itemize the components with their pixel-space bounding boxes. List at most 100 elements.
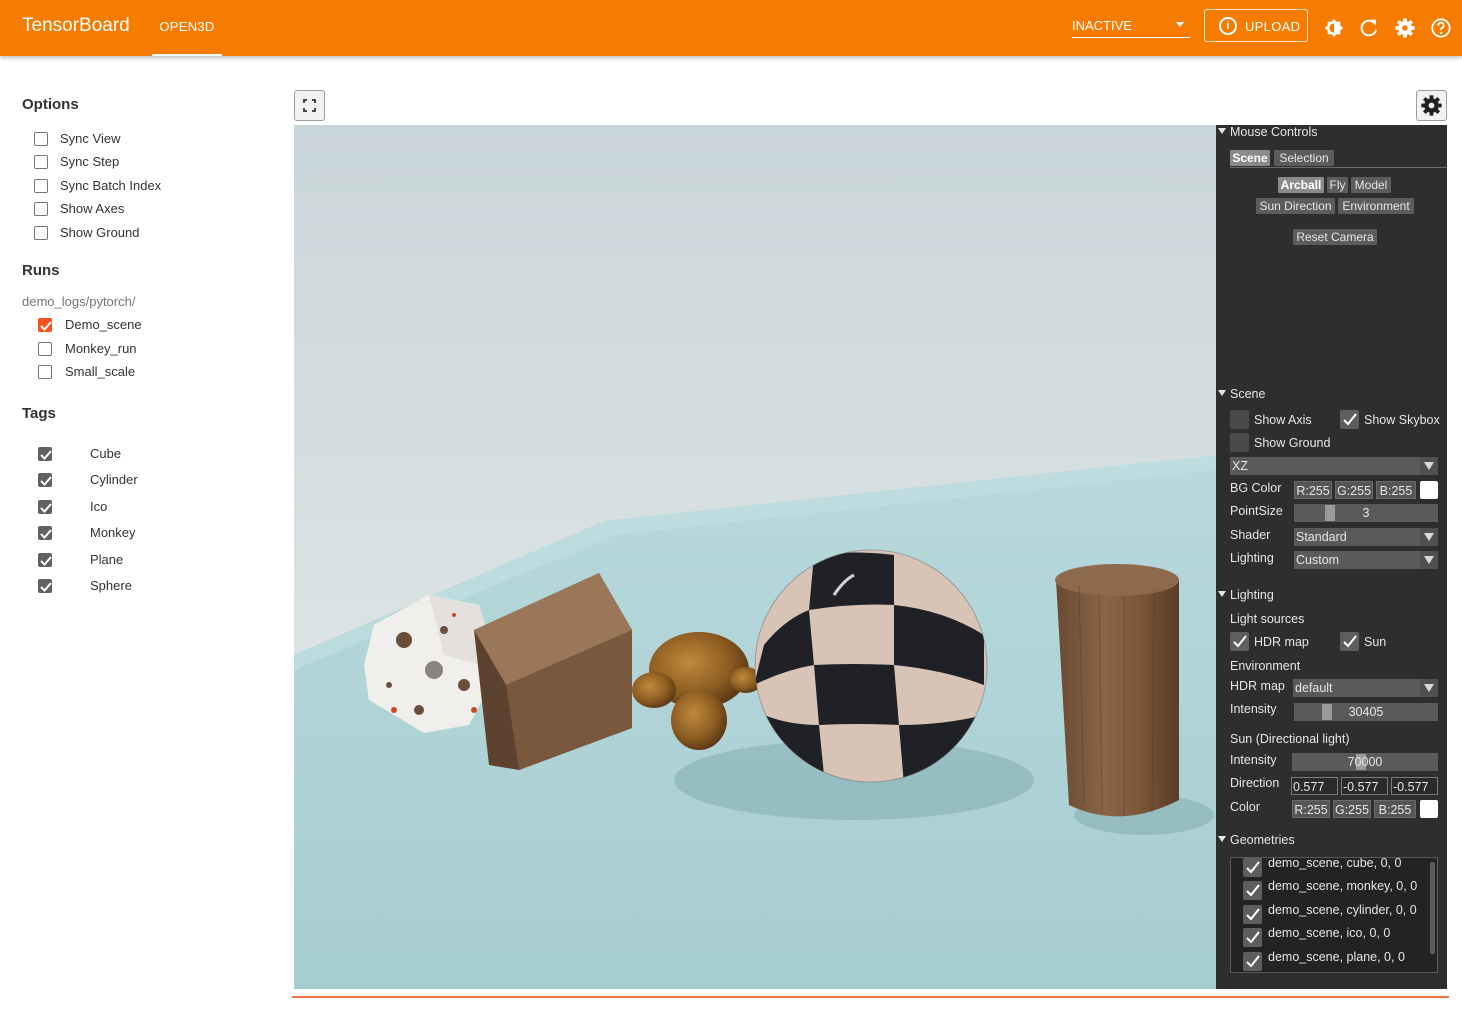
arcball-button[interactable]: Arcball bbox=[1278, 177, 1324, 193]
checkbox[interactable] bbox=[38, 365, 52, 379]
3d-viewport[interactable] bbox=[294, 125, 1216, 989]
environment-label: Environment bbox=[1230, 659, 1301, 673]
point-size-slider[interactable]: 3 bbox=[1294, 504, 1438, 522]
show-axis-checkbox[interactable] bbox=[1230, 410, 1249, 429]
sun-color-b[interactable]: B:255 bbox=[1374, 800, 1416, 818]
3d-scene-render[interactable] bbox=[294, 125, 1216, 989]
show-skybox-checkbox[interactable] bbox=[1340, 410, 1359, 429]
upload-button[interactable]: i UPLOAD bbox=[1204, 9, 1308, 42]
section-title: Geometries bbox=[1230, 833, 1295, 847]
sun-color-swatch[interactable] bbox=[1420, 800, 1438, 818]
geometry-label: demo_scene, plane, 0, 0 bbox=[1268, 950, 1405, 964]
bg-color-b[interactable]: B:255 bbox=[1376, 481, 1416, 499]
settings-icon[interactable] bbox=[1394, 17, 1416, 39]
geometry-checkbox[interactable] bbox=[1243, 952, 1262, 971]
mouse-controls-header[interactable]: Mouse Controls bbox=[1218, 125, 1318, 139]
sun-checkbox-label: Sun bbox=[1364, 635, 1387, 649]
checkbox-checked[interactable] bbox=[38, 500, 52, 514]
show-skybox-label: Show Skybox bbox=[1364, 413, 1440, 427]
brightness-icon[interactable] bbox=[1323, 17, 1345, 39]
chevron-down-icon bbox=[1420, 551, 1438, 569]
ibl-intensity-slider[interactable]: 30405 bbox=[1294, 703, 1438, 721]
lighting-header[interactable]: Lighting bbox=[1218, 588, 1274, 602]
geometry-checkbox[interactable] bbox=[1243, 928, 1262, 947]
scene-header[interactable]: Scene bbox=[1218, 387, 1265, 401]
tag-label: Cube bbox=[90, 446, 122, 461]
hdr-map-value: default bbox=[1295, 681, 1333, 695]
environment-button[interactable]: Environment bbox=[1338, 198, 1414, 214]
slider-knob[interactable] bbox=[1322, 704, 1332, 720]
help-icon[interactable] bbox=[1430, 17, 1452, 39]
ground-plane-select[interactable]: XZ bbox=[1230, 457, 1438, 475]
checkbox[interactable] bbox=[34, 132, 48, 146]
chevron-down-icon bbox=[1176, 22, 1184, 27]
checkbox-checked[interactable] bbox=[38, 526, 52, 540]
checkbox[interactable] bbox=[34, 155, 48, 169]
checkbox[interactable] bbox=[34, 226, 48, 240]
bg-color-r[interactable]: R:255 bbox=[1294, 481, 1332, 499]
bg-color-swatch[interactable] bbox=[1420, 481, 1438, 499]
lighting-profile-select[interactable]: Custom bbox=[1294, 551, 1438, 569]
model-button[interactable]: Model bbox=[1351, 177, 1391, 193]
checkbox-checked[interactable] bbox=[38, 579, 52, 593]
bg-color-g[interactable]: G:255 bbox=[1335, 481, 1373, 499]
show-ground-label: Show Ground bbox=[1254, 436, 1331, 450]
fly-button[interactable]: Fly bbox=[1327, 177, 1348, 193]
sun-checkbox[interactable] bbox=[1340, 632, 1359, 651]
sun-color-r[interactable]: R:255 bbox=[1292, 800, 1330, 818]
checkbox[interactable] bbox=[34, 179, 48, 193]
tag-label: Plane bbox=[90, 552, 124, 567]
hdr-map-checkbox[interactable] bbox=[1230, 632, 1249, 651]
sun-color-g[interactable]: G:255 bbox=[1333, 800, 1371, 818]
tab-scene[interactable]: Scene bbox=[1230, 150, 1270, 166]
option-label: Show Ground bbox=[60, 225, 140, 240]
sun-direction-button[interactable]: Sun Direction bbox=[1256, 198, 1335, 214]
tab-selection[interactable]: Selection bbox=[1274, 150, 1334, 166]
geometry-list[interactable]: demo_scene, cube, 0, 0 demo_scene, monke… bbox=[1230, 857, 1438, 973]
option-label: Sync View bbox=[60, 131, 121, 146]
point-size-value: 3 bbox=[1362, 506, 1370, 520]
scrollbar[interactable] bbox=[1430, 862, 1435, 954]
fullscreen-button[interactable] bbox=[294, 90, 325, 121]
slider-knob[interactable] bbox=[1325, 505, 1335, 521]
run-label: Demo_scene bbox=[65, 317, 142, 332]
refresh-icon[interactable] bbox=[1358, 17, 1380, 39]
sun-direction-x[interactable]: 0.577 bbox=[1291, 777, 1338, 795]
tab-divider bbox=[1230, 167, 1447, 168]
sun-direction-z[interactable]: -0.577 bbox=[1391, 777, 1438, 795]
sun-intensity-label: Intensity bbox=[1230, 753, 1277, 767]
hdr-map-select[interactable]: default bbox=[1293, 679, 1438, 697]
shader-value: Standard bbox=[1296, 530, 1347, 544]
tab-open3d[interactable]: OPEN3D bbox=[152, 0, 222, 56]
tag-label: Monkey bbox=[90, 525, 136, 540]
geometries-header[interactable]: Geometries bbox=[1218, 833, 1295, 847]
sun-intensity-slider[interactable]: 70000 bbox=[1292, 753, 1438, 771]
option-label: Show Axes bbox=[60, 201, 125, 216]
run-selector[interactable]: INACTIVE bbox=[1072, 14, 1190, 38]
geometry-label: demo_scene, cylinder, 0, 0 bbox=[1268, 903, 1417, 917]
sun-direction-y[interactable]: -0.577 bbox=[1341, 777, 1388, 795]
runs-prefix: demo_logs/pytorch/ bbox=[22, 294, 136, 309]
checkbox-checked[interactable] bbox=[38, 553, 52, 567]
shader-select[interactable]: Standard bbox=[1294, 528, 1438, 546]
checkbox-checked[interactable] bbox=[38, 447, 52, 461]
bottom-divider bbox=[292, 996, 1449, 998]
hdr-map-label: HDR map bbox=[1230, 679, 1285, 693]
geometry-label: demo_scene, ico, 0, 0 bbox=[1268, 926, 1391, 940]
checkbox-checked[interactable] bbox=[38, 318, 52, 332]
checkbox-checked[interactable] bbox=[38, 473, 52, 487]
viewer-settings-button[interactable] bbox=[1416, 90, 1447, 121]
checkbox[interactable] bbox=[38, 342, 52, 356]
info-icon: i bbox=[1219, 17, 1237, 35]
fullscreen-icon bbox=[303, 99, 316, 112]
geometry-checkbox[interactable] bbox=[1243, 905, 1262, 924]
geometry-checkbox[interactable] bbox=[1243, 881, 1262, 900]
geometry-checkbox[interactable] bbox=[1243, 858, 1262, 877]
show-ground-checkbox[interactable] bbox=[1230, 433, 1249, 452]
section-title: Lighting bbox=[1230, 588, 1274, 602]
checkbox[interactable] bbox=[34, 202, 48, 216]
chevron-down-icon bbox=[1420, 457, 1438, 475]
run-label: Small_scale bbox=[65, 364, 136, 379]
app-title: TensorBoard bbox=[22, 15, 130, 36]
reset-camera-button[interactable]: Reset Camera bbox=[1293, 229, 1377, 245]
